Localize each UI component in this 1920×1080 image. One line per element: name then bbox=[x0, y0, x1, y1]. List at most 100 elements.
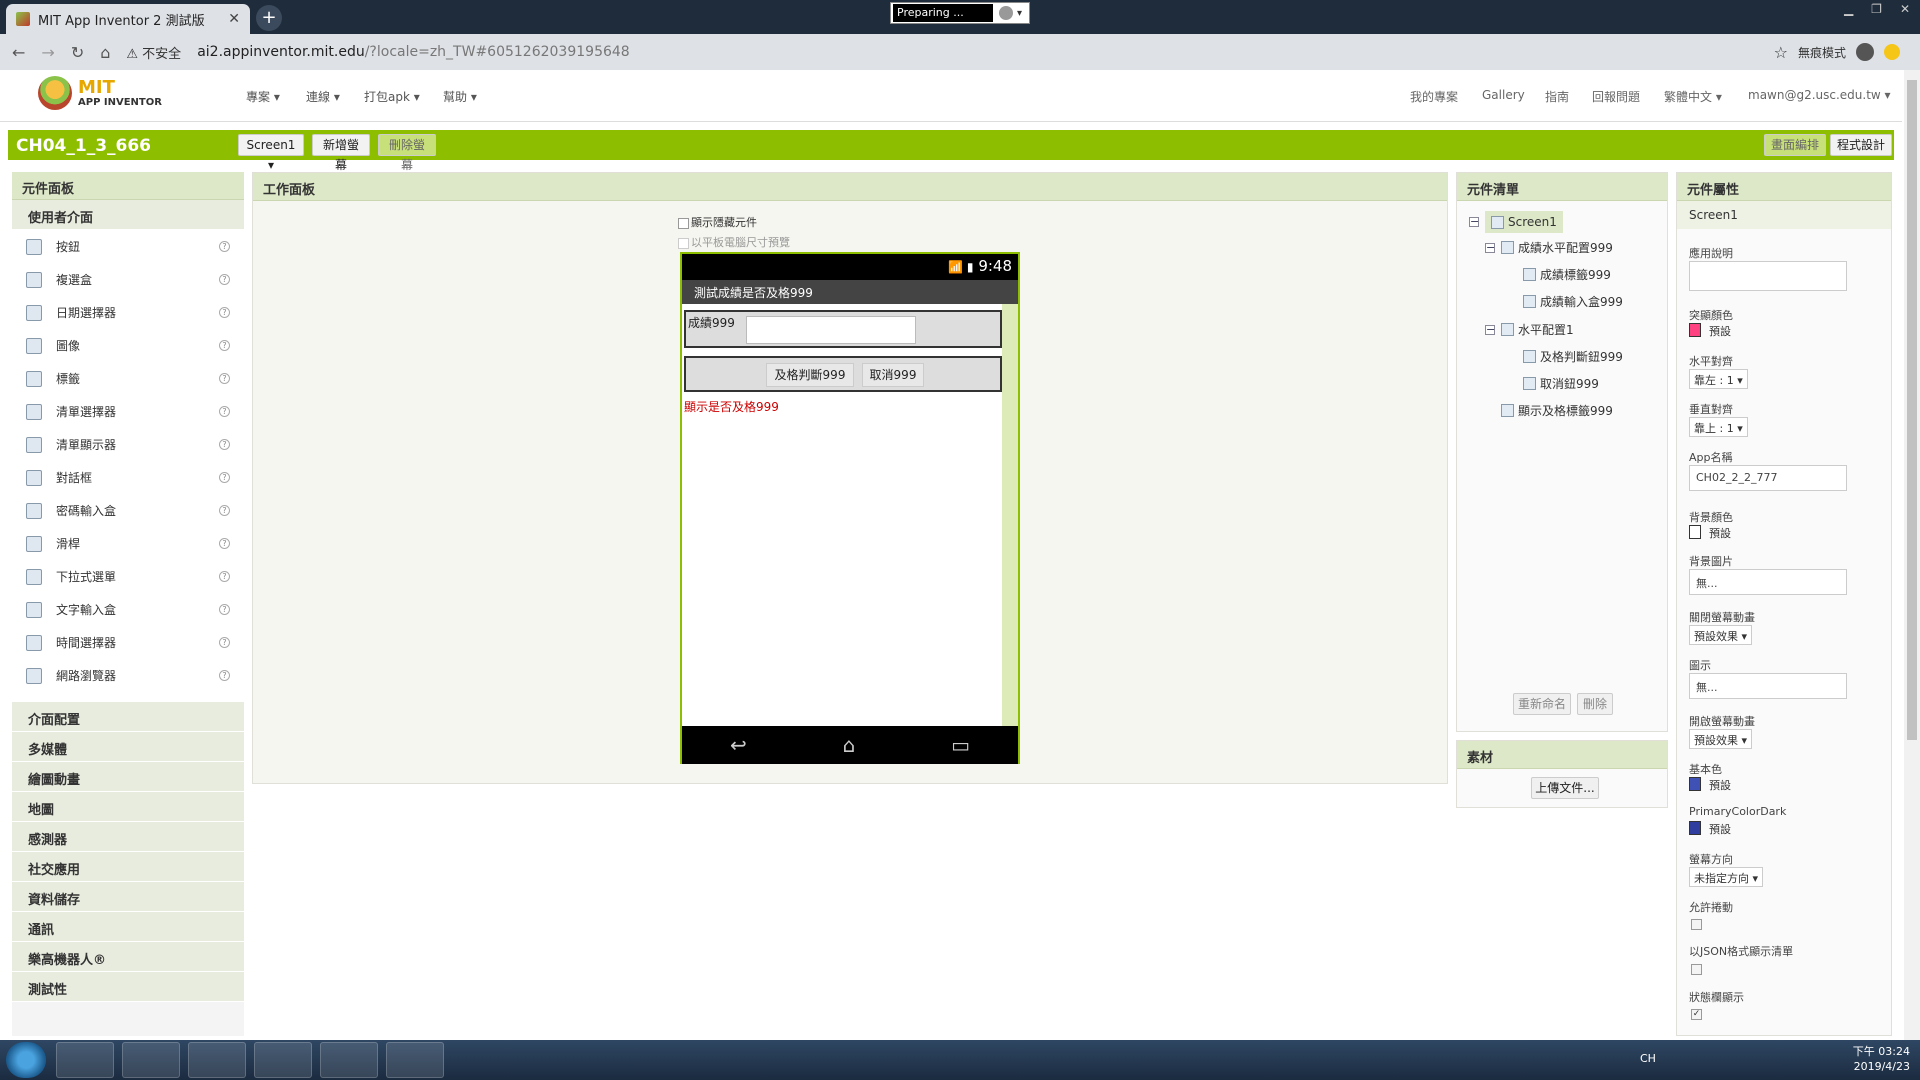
guide-link[interactable]: 指南 bbox=[1545, 88, 1569, 105]
palette-item-datepicker[interactable]: 日期選擇器? bbox=[12, 296, 244, 329]
palette-item-label[interactable]: 標籤? bbox=[12, 362, 244, 395]
page-scrollbar[interactable] bbox=[1904, 70, 1920, 1040]
help-icon[interactable]: ? bbox=[219, 472, 230, 483]
score-label[interactable]: 成績999 bbox=[688, 314, 735, 331]
accent-color-value[interactable]: 預設 bbox=[1709, 323, 1731, 339]
category-lego[interactable]: 樂高機器人® bbox=[12, 942, 244, 972]
upload-file-button[interactable]: 上傳文件... bbox=[1531, 777, 1599, 799]
accent-color-swatch[interactable] bbox=[1689, 323, 1701, 337]
category-drawing-animation[interactable]: 繪圖動畫 bbox=[12, 762, 244, 792]
back-icon[interactable]: ← bbox=[12, 43, 25, 62]
delete-button[interactable]: 刪除 bbox=[1577, 693, 1613, 715]
home-icon[interactable]: ⌂ bbox=[100, 43, 110, 62]
palette-item-timepicker[interactable]: 時間選擇器? bbox=[12, 626, 244, 659]
category-connectivity[interactable]: 通訊 bbox=[12, 912, 244, 942]
check-pass-button[interactable]: 及格判斷999 bbox=[766, 363, 854, 387]
gallery-link[interactable]: Gallery bbox=[1482, 88, 1525, 102]
help-icon[interactable]: ? bbox=[219, 406, 230, 417]
help-icon[interactable]: ? bbox=[219, 373, 230, 384]
account-menu[interactable]: mawn@g2.usc.edu.tw ▾ bbox=[1748, 88, 1891, 102]
tree-node-check-button[interactable]: 及格判斷鈕999 bbox=[1523, 348, 1623, 365]
help-icon[interactable]: ? bbox=[219, 538, 230, 549]
align-vertical-select[interactable]: 靠上 : 1 ▾ bbox=[1689, 417, 1748, 437]
tree-node-score-label[interactable]: 成績標籤999 bbox=[1523, 266, 1611, 283]
report-issue-link[interactable]: 回報問題 bbox=[1592, 88, 1640, 105]
powerpoint-icon[interactable] bbox=[386, 1042, 444, 1078]
menu-connect[interactable]: 連線 ▾ bbox=[306, 88, 340, 105]
blocks-button[interactable]: 程式設計 bbox=[1830, 134, 1892, 156]
add-screen-button[interactable]: 新增螢幕 bbox=[312, 134, 370, 172]
scrollable-checkbox[interactable] bbox=[1691, 919, 1702, 930]
palette-item-slider[interactable]: 滑桿? bbox=[12, 527, 244, 560]
tree-node-cancel-button[interactable]: 取消鈕999 bbox=[1523, 375, 1599, 392]
show-hidden-option[interactable]: 顯示隱藏元件 bbox=[678, 214, 757, 230]
start-button-icon[interactable] bbox=[6, 1042, 46, 1078]
tree-node-screen1[interactable]: Screen1 bbox=[1485, 211, 1563, 233]
help-icon[interactable]: ? bbox=[219, 439, 230, 450]
category-social[interactable]: 社交應用 bbox=[12, 852, 244, 882]
menu-build[interactable]: 打包apk ▾ bbox=[364, 88, 420, 105]
close-tab-icon[interactable]: ✕ bbox=[228, 11, 240, 27]
internet-explorer-icon[interactable] bbox=[122, 1042, 180, 1078]
help-icon[interactable]: ? bbox=[219, 604, 230, 615]
result-label[interactable]: 顯示是否及格999 bbox=[684, 398, 779, 415]
primary-dark-value[interactable]: 預設 bbox=[1709, 821, 1731, 837]
help-icon[interactable]: ? bbox=[219, 571, 230, 582]
palette-item-listpicker[interactable]: 清單選擇器? bbox=[12, 395, 244, 428]
designer-button[interactable]: 畫面編排 bbox=[1764, 134, 1826, 156]
align-horizontal-select[interactable]: 靠左 : 1 ▾ bbox=[1689, 369, 1748, 389]
help-icon[interactable]: ? bbox=[219, 241, 230, 252]
palette-item-spinner[interactable]: 下拉式選單? bbox=[12, 560, 244, 593]
help-icon[interactable]: ? bbox=[219, 637, 230, 648]
orientation-select[interactable]: 未指定方向 ▾ bbox=[1689, 867, 1764, 887]
help-icon[interactable]: ? bbox=[219, 307, 230, 318]
new-tab-button[interactable]: + bbox=[256, 5, 282, 31]
menu-help[interactable]: 幫助 ▾ bbox=[443, 88, 477, 105]
help-icon[interactable]: ? bbox=[219, 505, 230, 516]
collapse-icon[interactable]: − bbox=[1469, 216, 1479, 227]
category-media[interactable]: 多媒體 bbox=[12, 732, 244, 762]
palette-item-listview[interactable]: 清單顯示器? bbox=[12, 428, 244, 461]
json-list-checkbox[interactable] bbox=[1691, 964, 1702, 975]
rename-button[interactable]: 重新命名 bbox=[1513, 693, 1571, 715]
icon-input[interactable]: 無... bbox=[1689, 673, 1847, 699]
dropdown-icon[interactable]: ▾ bbox=[1017, 8, 1022, 19]
help-icon[interactable]: ? bbox=[219, 670, 230, 681]
category-sensors[interactable]: 感測器 bbox=[12, 822, 244, 852]
restore-icon[interactable]: ❐ bbox=[1871, 2, 1882, 16]
input-language[interactable]: CH bbox=[1640, 1052, 1656, 1065]
score-arrangement[interactable]: 成績999 bbox=[684, 310, 1002, 348]
close-animation-select[interactable]: 預設效果 ▾ bbox=[1689, 625, 1753, 645]
android-icon[interactable] bbox=[320, 1042, 378, 1078]
tablet-preview-checkbox[interactable] bbox=[678, 237, 689, 249]
remove-screen-button[interactable]: 刪除螢幕 bbox=[378, 134, 436, 172]
tree-node-arrangement1[interactable]: 水平配置1 bbox=[1501, 321, 1574, 338]
tree-node-score-input[interactable]: 成績輸入盒999 bbox=[1523, 293, 1623, 310]
primary-color-value[interactable]: 預設 bbox=[1709, 777, 1731, 793]
palette-item-textbox[interactable]: 文字輸入盒? bbox=[12, 593, 244, 626]
show-hidden-checkbox[interactable] bbox=[678, 217, 689, 229]
category-user-interface[interactable]: 使用者介面 bbox=[12, 200, 244, 230]
bookmark-star-icon[interactable]: ☆ bbox=[1774, 43, 1788, 62]
button-arrangement[interactable]: 及格判斷999 取消999 bbox=[684, 356, 1002, 392]
palette-item-webviewer[interactable]: 網路瀏覽器? bbox=[12, 659, 244, 692]
tree-node-score-arrangement[interactable]: 成績水平配置999 bbox=[1501, 239, 1613, 256]
minimize-icon[interactable]: ▁ bbox=[1844, 2, 1853, 16]
about-screen-input[interactable] bbox=[1689, 261, 1847, 291]
collapse-icon[interactable]: − bbox=[1485, 242, 1495, 253]
chrome-icon[interactable] bbox=[188, 1042, 246, 1078]
category-layout[interactable]: 介面配置 bbox=[12, 702, 244, 732]
extension-icon[interactable] bbox=[1884, 44, 1900, 60]
category-storage[interactable]: 資料儲存 bbox=[12, 882, 244, 912]
security-indicator[interactable]: ⚠ 不安全 bbox=[126, 43, 181, 62]
palette-item-image[interactable]: 圖像? bbox=[12, 329, 244, 362]
category-experimental[interactable]: 測試性 bbox=[12, 972, 244, 1002]
browser-tab[interactable]: MIT App Inventor 2 測試版 ✕ bbox=[6, 4, 250, 34]
url-field[interactable]: ai2.appinventor.mit.edu/?locale=zh_TW#60… bbox=[197, 44, 630, 60]
incognito-icon[interactable] bbox=[1856, 43, 1874, 61]
palette-item-button[interactable]: 按鈕? bbox=[12, 230, 244, 263]
forward-icon[interactable]: → bbox=[41, 43, 54, 62]
scanner-icon[interactable] bbox=[254, 1042, 312, 1078]
scrollbar-thumb[interactable] bbox=[1907, 80, 1917, 740]
close-window-icon[interactable]: ✕ bbox=[1900, 2, 1910, 16]
